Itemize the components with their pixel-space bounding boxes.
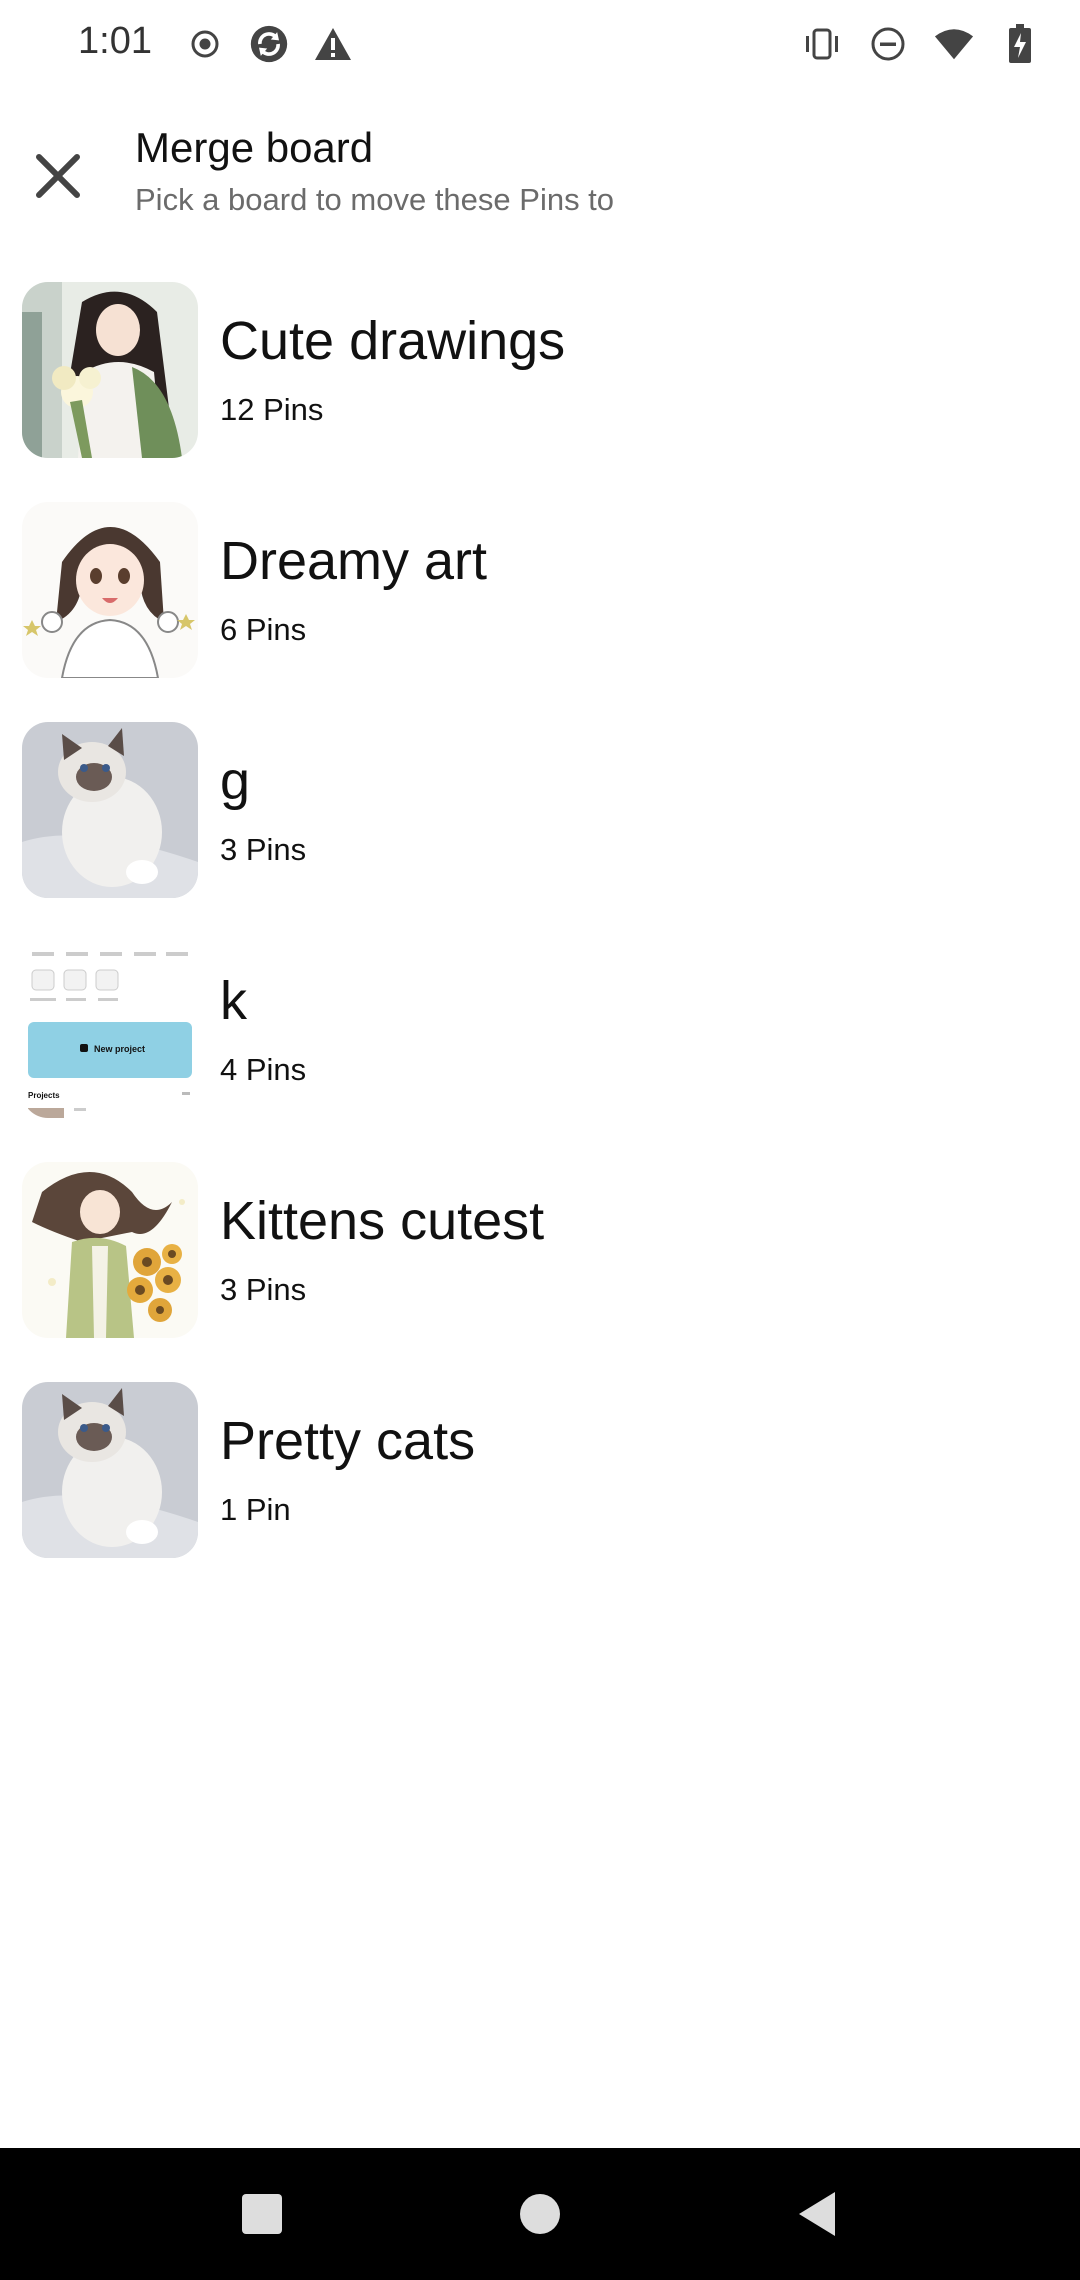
board-name: k [220, 971, 247, 1031]
board-pin-count: 4 Pins [220, 1052, 307, 1087]
thumb-projects-label: Projects [28, 1091, 60, 1100]
navigation-bar [0, 2148, 1080, 2280]
vibrate-icon [802, 22, 842, 66]
board-pin-count: 12 Pins [220, 392, 324, 427]
board-pin-count: 3 Pins [220, 832, 307, 867]
board-thumbnail [22, 282, 198, 458]
back-triangle-icon [799, 2192, 835, 2236]
board-item-cute-drawings[interactable]: Cute drawings 12 Pins [0, 280, 1080, 500]
board-item-pretty-cats[interactable]: Pretty cats 1 Pin [0, 1380, 1080, 1600]
status-icons-right [802, 22, 1040, 66]
board-pin-count: 1 Pin [220, 1492, 291, 1527]
merge-board-screen: 1:01 Merge board Pick a board to move th… [0, 0, 1080, 2280]
board-name: Kittens cutest [220, 1191, 545, 1251]
board-name: Pretty cats [220, 1411, 476, 1471]
back-button[interactable] [781, 2178, 853, 2250]
page-title: Merge board [135, 124, 374, 171]
warning-icon [313, 22, 353, 66]
board-thumbnail [22, 502, 198, 678]
board-item-k[interactable]: New project Projects k 4 Pins [0, 940, 1080, 1160]
board-thumbnail [22, 1382, 198, 1558]
do-not-disturb-icon [868, 22, 908, 66]
recents-button[interactable] [226, 2178, 298, 2250]
board-name: Cute drawings [220, 311, 566, 371]
board-thumbnail [22, 722, 198, 898]
battery-charging-icon [1000, 22, 1040, 66]
wifi-icon [934, 22, 974, 66]
page-subtitle: Pick a board to move these Pins to [135, 182, 615, 217]
board-name: g [220, 751, 251, 811]
status-time: 1:01 [78, 20, 152, 62]
board-item-kittens-cutest[interactable]: Kittens cutest 3 Pins [0, 1160, 1080, 1380]
record-icon [185, 22, 225, 66]
square-icon [242, 2194, 282, 2234]
header: Merge board Pick a board to move these P… [0, 110, 1080, 230]
circle-icon [520, 2194, 560, 2234]
board-item-dreamy-art[interactable]: Dreamy art 6 Pins [0, 500, 1080, 720]
board-item-g[interactable]: g 3 Pins [0, 720, 1080, 940]
status-bar: 1:01 [0, 0, 1080, 88]
board-list: Cute drawings 12 Pins Dreamy art 6 Pins … [0, 280, 1080, 1600]
home-button[interactable] [504, 2178, 576, 2250]
thumb-new-project-label: New project [94, 1044, 145, 1054]
board-pin-count: 6 Pins [220, 612, 307, 647]
board-thumbnail: New project Projects [22, 942, 198, 1118]
board-pin-count: 3 Pins [220, 1272, 307, 1307]
board-thumbnail [22, 1162, 198, 1338]
sync-icon [249, 22, 289, 66]
close-button[interactable] [22, 140, 94, 212]
status-icons-left [185, 22, 353, 66]
close-icon [36, 154, 80, 198]
board-name: Dreamy art [220, 531, 488, 591]
